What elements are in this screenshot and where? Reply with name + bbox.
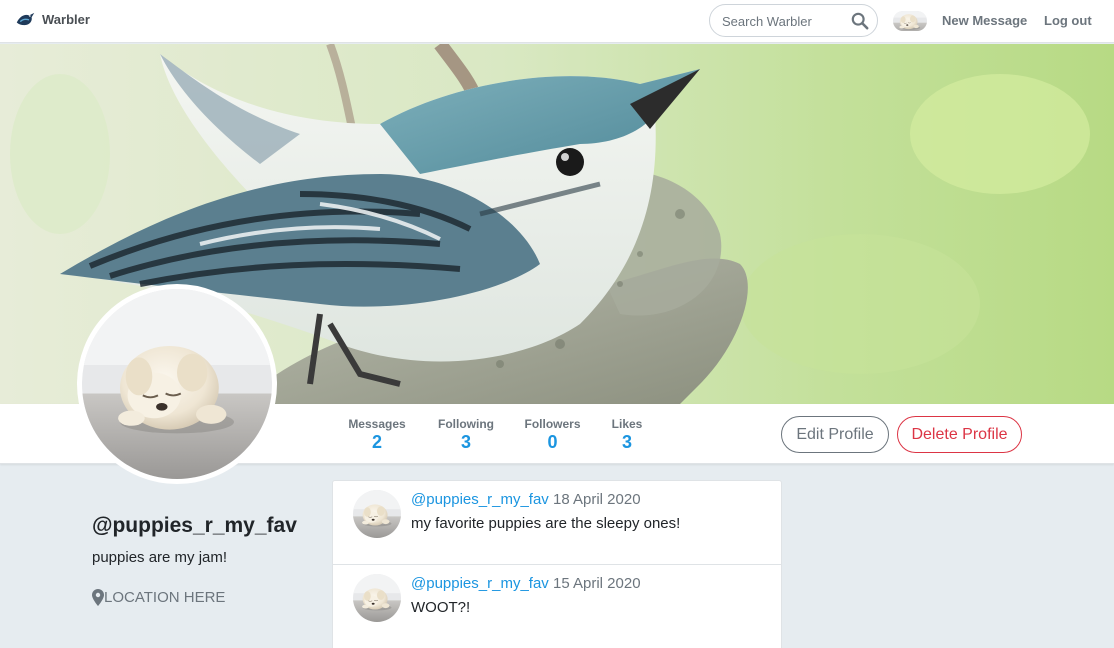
- brand-link[interactable]: Warbler: [15, 10, 90, 28]
- message-header: @puppies_r_my_fav 15 April 2020: [411, 575, 641, 592]
- message-item[interactable]: @puppies_r_my_fav 15 April 2020 WOOT?!: [333, 565, 781, 648]
- message-date: 18 April 2020: [552, 491, 641, 508]
- likes-label: Likes: [611, 417, 643, 431]
- warbler-bird-icon: [16, 12, 35, 26]
- message-text: my favorite puppies are the sleepy ones!: [411, 515, 681, 532]
- messages-count: 2: [371, 432, 382, 452]
- message-list: @puppies_r_my_fav 18 April 2020 my favor…: [332, 480, 782, 648]
- following-label: Following: [438, 417, 494, 431]
- message-text: WOOT?!: [411, 599, 471, 616]
- message-username-link[interactable]: @puppies_r_my_fav: [411, 491, 549, 508]
- message-date: 15 April 2020: [552, 575, 641, 592]
- search-box: [709, 4, 878, 37]
- messages-label: Messages: [348, 417, 406, 431]
- message-avatar[interactable]: [353, 574, 401, 622]
- new-message-link[interactable]: New Message: [942, 13, 1027, 28]
- nav-avatar[interactable]: [893, 11, 927, 31]
- messages-stat[interactable]: Messages 2: [347, 417, 407, 453]
- edit-profile-button[interactable]: Edit Profile: [781, 416, 889, 453]
- logout-link[interactable]: Log out: [1044, 13, 1092, 28]
- following-count: 3: [460, 432, 471, 452]
- map-pin-icon: [92, 589, 104, 606]
- brand-name: Warbler: [42, 11, 90, 27]
- likes-count: 3: [621, 432, 632, 452]
- profile-bio: puppies are my jam!: [92, 549, 228, 566]
- followers-label: Followers: [524, 417, 581, 431]
- profile-username: @puppies_r_my_fav: [92, 514, 297, 537]
- location-text: LOCATION HERE: [104, 589, 226, 606]
- search-icon[interactable]: [851, 12, 869, 30]
- navbar: Warbler New Message Log out: [0, 0, 1114, 43]
- search-input[interactable]: [722, 12, 850, 30]
- message-item[interactable]: @puppies_r_my_fav 18 April 2020 my favor…: [333, 481, 781, 565]
- message-avatar[interactable]: [353, 490, 401, 538]
- likes-stat[interactable]: Likes 3: [611, 417, 643, 453]
- message-username-link[interactable]: @puppies_r_my_fav: [411, 575, 549, 592]
- following-stat[interactable]: Following 3: [437, 417, 495, 453]
- followers-stat[interactable]: Followers 0: [524, 417, 581, 453]
- delete-profile-button[interactable]: Delete Profile: [897, 416, 1022, 453]
- message-header: @puppies_r_my_fav 18 April 2020: [411, 491, 641, 508]
- profile-avatar: [77, 284, 277, 484]
- followers-count: 0: [547, 432, 558, 452]
- profile-location: LOCATION HERE: [92, 589, 225, 606]
